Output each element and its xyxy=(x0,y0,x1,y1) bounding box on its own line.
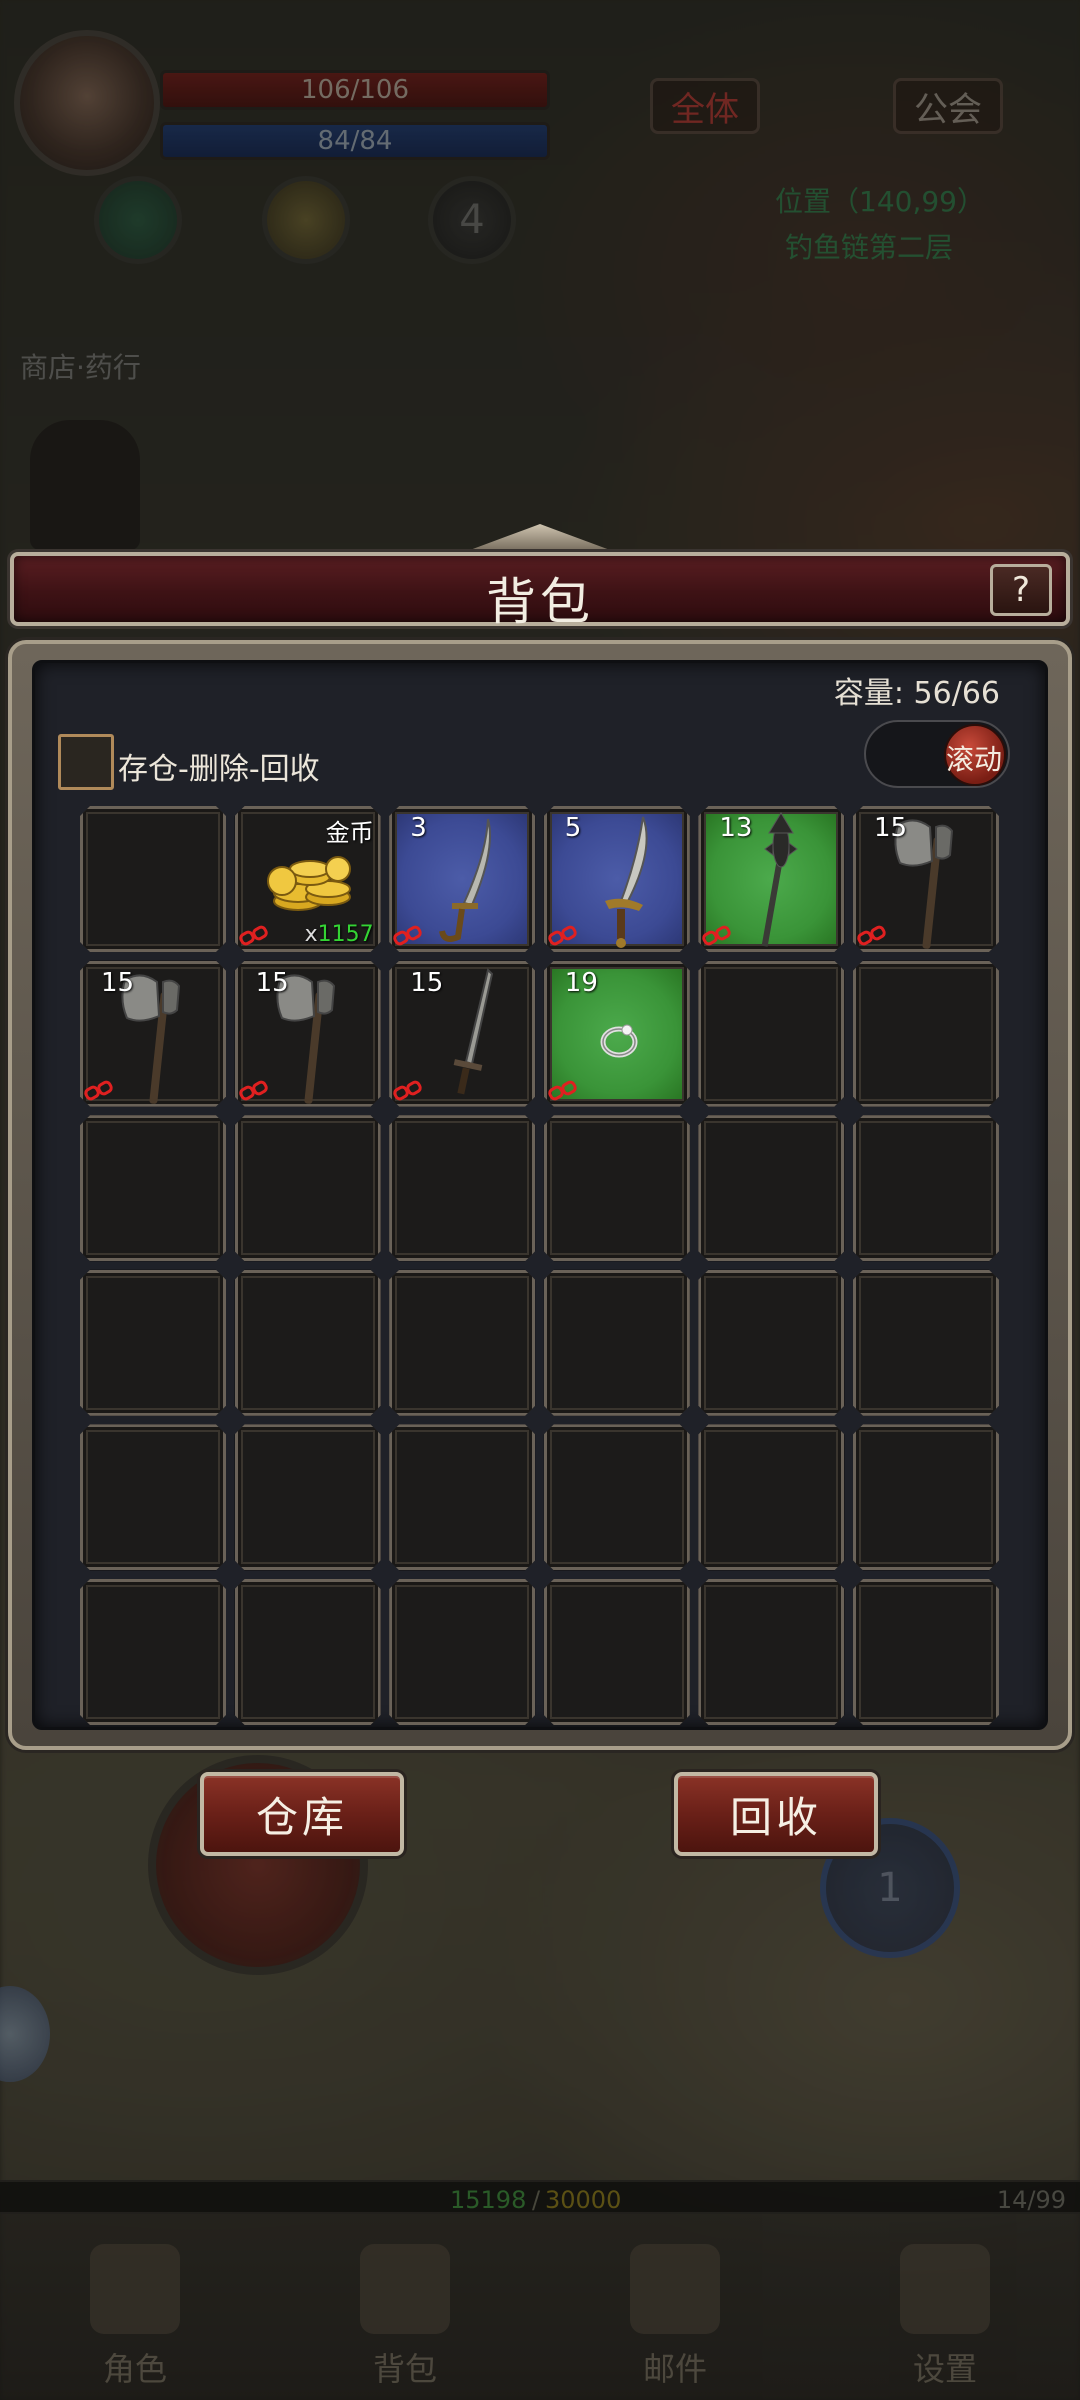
batch-mode-checkbox[interactable] xyxy=(58,734,114,790)
item-level: 15 xyxy=(101,967,135,998)
inventory-slot-empty[interactable] xyxy=(544,1115,690,1261)
inventory-slot-empty[interactable] xyxy=(389,1115,535,1261)
inventory-slot-empty[interactable] xyxy=(80,1579,226,1725)
count-value: 1157 xyxy=(317,922,374,947)
recycle-button[interactable]: 回收 xyxy=(674,1772,878,1856)
item-level: 3 xyxy=(410,813,427,843)
inventory-grid: 金币 x1157 3 5 13 15 15 15 15 19 xyxy=(80,806,999,1725)
help-button[interactable]: ? xyxy=(990,564,1052,616)
inventory-slot-empty[interactable] xyxy=(698,1579,844,1725)
item-level: 15 xyxy=(410,967,444,998)
bound-chain-icon xyxy=(701,925,735,947)
item-level: 19 xyxy=(564,967,598,998)
bound-chain-icon xyxy=(856,925,890,947)
inventory-slot-empty[interactable] xyxy=(853,1115,999,1261)
scroll-toggle[interactable]: 滚动 xyxy=(864,720,1010,788)
bound-chain-icon xyxy=(547,925,581,947)
inventory-slot-axe[interactable]: 15 xyxy=(853,806,999,952)
warehouse-button[interactable]: 仓库 xyxy=(200,1772,404,1856)
inventory-slot-empty[interactable] xyxy=(853,961,999,1107)
inventory-slot-empty[interactable] xyxy=(698,1270,844,1416)
batch-mode-label: 存仓-删除-回收 xyxy=(118,752,320,787)
count-prefix: x xyxy=(304,922,318,947)
bound-chain-icon xyxy=(392,925,426,947)
bound-chain-icon xyxy=(392,1080,426,1102)
inventory-slot-empty[interactable] xyxy=(389,1270,535,1416)
item-level: 13 xyxy=(719,813,753,843)
inventory-slot-empty[interactable] xyxy=(544,1579,690,1725)
inventory-slot-empty[interactable] xyxy=(80,1424,226,1570)
inventory-slot-empty[interactable] xyxy=(80,806,226,952)
inventory-slot-saber[interactable]: 3 xyxy=(389,806,535,952)
bag-title: 背包 xyxy=(486,573,594,631)
inventory-slot-gold[interactable]: 金币 x1157 xyxy=(235,806,381,952)
item-level: 5 xyxy=(564,813,582,843)
inventory-slot-ring[interactable]: 19 xyxy=(544,961,690,1107)
inventory-slot-empty[interactable] xyxy=(853,1424,999,1570)
inventory-slot-axe[interactable]: 15 xyxy=(80,961,226,1107)
item-level: 15 xyxy=(873,813,908,843)
inventory-slot-empty[interactable] xyxy=(235,1115,381,1261)
item-level: 15 xyxy=(255,967,289,998)
inventory-slot-empty[interactable] xyxy=(698,961,844,1107)
inventory-slot-sword[interactable]: 15 xyxy=(389,961,535,1107)
inventory-slot-empty[interactable] xyxy=(235,1424,381,1570)
inventory-slot-empty[interactable] xyxy=(80,1115,226,1261)
capacity-label: 容量: 56/66 xyxy=(833,676,1000,711)
bound-chain-icon xyxy=(238,1080,272,1102)
inventory-slot-axe[interactable]: 15 xyxy=(235,961,381,1107)
item-count: x1157 xyxy=(305,922,374,947)
inventory-slot-empty[interactable] xyxy=(853,1579,999,1725)
inventory-slot-mace[interactable]: 13 xyxy=(698,806,844,952)
inventory-slot-empty[interactable] xyxy=(544,1424,690,1570)
inventory-slot-empty[interactable] xyxy=(235,1270,381,1416)
inventory-slot-empty[interactable] xyxy=(853,1270,999,1416)
bound-chain-icon xyxy=(238,925,272,947)
inventory-slot-empty[interactable] xyxy=(698,1424,844,1570)
scroll-toggle-label: 滚动 xyxy=(945,743,1002,776)
inventory-slot-empty[interactable] xyxy=(235,1579,381,1725)
item-name: 金币 xyxy=(325,819,374,847)
inventory-slot-dagger[interactable]: 5 xyxy=(544,806,690,952)
bound-chain-icon xyxy=(547,1080,581,1102)
inventory-slot-empty[interactable] xyxy=(389,1424,535,1570)
inventory-slot-empty[interactable] xyxy=(698,1115,844,1261)
bag-titlebar: 背包 ? xyxy=(10,552,1070,631)
inventory-slot-empty[interactable] xyxy=(80,1270,226,1416)
inventory-slot-empty[interactable] xyxy=(544,1270,690,1416)
bound-chain-icon xyxy=(83,1080,117,1102)
inventory-slot-empty[interactable] xyxy=(389,1579,535,1725)
